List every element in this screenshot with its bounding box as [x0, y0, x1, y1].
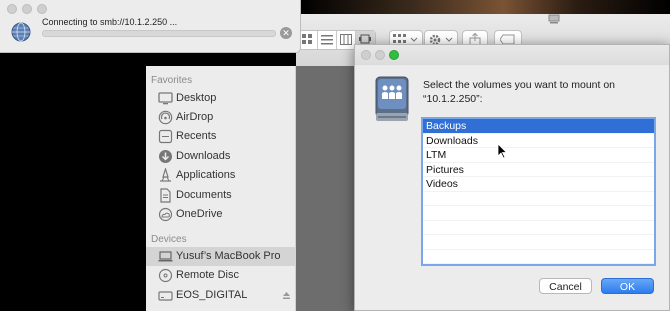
drive-icon	[158, 291, 173, 301]
list-item[interactable]: Videos	[423, 177, 654, 192]
ok-button[interactable]: OK	[601, 278, 654, 294]
applications-icon	[160, 168, 171, 182]
desktop-icon	[158, 92, 173, 105]
sidebar-label: Recents	[176, 130, 217, 142]
sidebar-item-eos-digital[interactable]: EOS_DIGITAL	[146, 286, 296, 305]
sidebar-label: Remote Disc	[176, 269, 239, 281]
connecting-window: Connecting to smb://10.1.2.250 ... ✕	[0, 0, 301, 53]
minimize-window-button[interactable]	[375, 50, 385, 60]
connecting-status-text: Connecting to smb://10.1.2.250 ...	[42, 17, 178, 27]
sidebar-label: AirDrop	[176, 111, 214, 123]
finder-sidebar: Favorites Desktop AirDrop Recents Downlo…	[146, 66, 296, 311]
sidebar-item-onedrive[interactable]: OneDrive	[146, 205, 296, 224]
finder-content-area	[296, 66, 356, 311]
sidebar-label: Documents	[176, 189, 232, 201]
empty-row	[423, 192, 654, 206]
list-item[interactable]: LTM	[423, 148, 654, 163]
zoom-window-button[interactable]	[37, 4, 47, 14]
document-icon	[160, 188, 171, 203]
empty-row	[423, 221, 654, 235]
shared-server-icon	[375, 76, 409, 121]
list-item[interactable]: Downloads	[423, 134, 654, 148]
sidebar-label: Yusuf’s MacBook Pro	[176, 250, 281, 262]
icon-view-button[interactable]	[299, 31, 318, 49]
sidebar-item-airdrop[interactable]: AirDrop	[146, 108, 296, 127]
dialog-prompt: Select the volumes you want to mount on …	[423, 79, 616, 105]
connecting-progress-bar	[42, 30, 276, 37]
close-window-button[interactable]	[7, 4, 17, 14]
eject-icon[interactable]	[548, 14, 560, 24]
sidebar-item-applications[interactable]: Applications	[146, 166, 296, 185]
stop-icon[interactable]: ✕	[280, 27, 292, 39]
sidebar-label: Applications	[176, 169, 236, 181]
favorites-header: Favorites	[151, 75, 193, 86]
cloud-icon	[158, 207, 173, 222]
network-globe-icon	[11, 22, 31, 42]
cancel-button[interactable]: Cancel	[539, 278, 592, 294]
eject-icon[interactable]	[282, 291, 291, 300]
list-view-button[interactable]	[318, 31, 337, 49]
disc-icon	[158, 268, 173, 283]
volume-list[interactable]: Backups Downloads LTM Pictures Videos	[421, 117, 656, 266]
dialog-titlebar	[355, 45, 669, 65]
sidebar-item-recents[interactable]: Recents	[146, 127, 296, 146]
close-window-button[interactable]	[361, 50, 371, 60]
empty-row	[423, 206, 654, 221]
clock-icon	[158, 129, 173, 144]
sidebar-label: Desktop	[176, 92, 217, 104]
mouse-cursor-icon	[497, 143, 507, 159]
minimize-window-button[interactable]	[22, 4, 32, 14]
list-item[interactable]: Pictures	[423, 163, 654, 177]
devices-header: Devices	[151, 234, 187, 245]
list-item[interactable]: Backups	[423, 119, 654, 134]
sidebar-label: OneDrive	[176, 208, 223, 220]
sidebar-item-macbook[interactable]: Yusuf’s MacBook Pro	[146, 247, 296, 266]
sidebar-label: Downloads	[176, 150, 231, 162]
desktop-wallpaper	[300, 0, 670, 14]
mount-volumes-dialog: Select the volumes you want to mount on …	[354, 44, 670, 311]
sidebar-label: EOS_DIGITAL	[176, 289, 248, 301]
airdrop-icon	[158, 110, 173, 125]
empty-row	[423, 250, 654, 264]
sidebar-item-desktop[interactable]: Desktop	[146, 89, 296, 108]
empty-row	[423, 235, 654, 250]
sidebar-item-downloads[interactable]: Downloads	[146, 147, 296, 166]
sidebar-item-documents[interactable]: Documents	[146, 186, 296, 205]
download-icon	[159, 150, 172, 163]
sidebar-item-remote-disc[interactable]: Remote Disc	[146, 266, 296, 285]
zoom-window-button[interactable]	[389, 50, 399, 60]
laptop-icon	[158, 251, 173, 262]
